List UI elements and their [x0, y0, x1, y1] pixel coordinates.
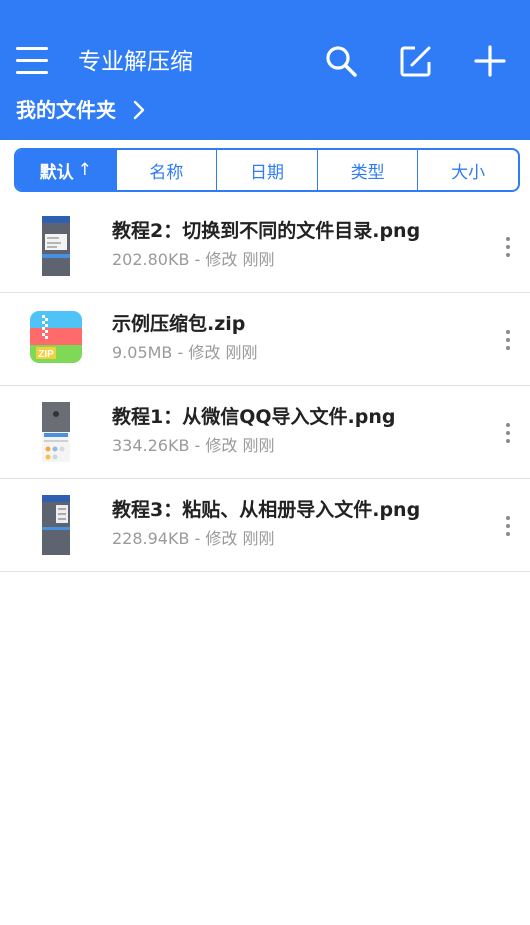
sort-tab-label: 默认 — [39, 162, 74, 183]
more-options-icon[interactable] — [498, 513, 518, 539]
more-options-icon[interactable] — [498, 327, 518, 353]
file-meta: 9.05MB - 修改 刚刚 — [112, 343, 258, 362]
sort-arrow-icon: ↑ — [77, 160, 92, 180]
file-item[interactable]: 教程1：从微信QQ导入文件.png 334.26KB - 修改 刚刚 — [0, 386, 530, 479]
chevron-right-icon — [133, 100, 145, 120]
file-name: 教程1：从微信QQ导入文件.png — [112, 406, 396, 428]
more-options-icon[interactable] — [498, 234, 518, 260]
app-title: 专业解压缩 — [78, 49, 193, 75]
breadcrumb-label: 我的文件夹 — [16, 98, 116, 122]
breadcrumb[interactable]: 我的文件夹 — [16, 96, 146, 124]
edit-icon[interactable] — [399, 44, 433, 78]
file-name: 教程2：切换到不同的文件目录.png — [112, 220, 421, 242]
image-thumbnail-icon — [42, 495, 70, 555]
sort-tab-default[interactable]: 默认 ↑ — [16, 150, 116, 190]
sort-tabs: 默认 ↑ 名称 日期 类型 大小 — [14, 148, 520, 192]
file-item[interactable]: 教程3：粘贴、从相册导入文件.png 228.94KB - 修改 刚刚 — [0, 479, 530, 572]
image-thumbnail-icon — [42, 216, 70, 276]
sort-tab-label: 日期 — [249, 162, 284, 183]
image-thumbnail-icon — [42, 402, 70, 462]
search-icon[interactable] — [324, 44, 358, 78]
sort-tab-label: 名称 — [149, 162, 184, 183]
menu-icon[interactable] — [14, 43, 50, 79]
file-item[interactable]: ZIP 示例压缩包.zip 9.05MB - 修改 刚刚 — [0, 293, 530, 386]
sort-tab-date[interactable]: 日期 — [216, 150, 317, 190]
zip-archive-icon: ZIP — [30, 311, 82, 363]
file-name: 教程3：粘贴、从相册导入文件.png — [112, 499, 421, 521]
file-list: 教程2：切换到不同的文件目录.png 202.80KB - 修改 刚刚 ZIP … — [0, 200, 530, 572]
app-header: 专业解压缩 我的文件夹 — [0, 0, 530, 140]
file-meta: 202.80KB - 修改 刚刚 — [112, 250, 275, 269]
file-meta: 228.94KB - 修改 刚刚 — [112, 529, 275, 548]
sort-tab-name[interactable]: 名称 — [115, 150, 217, 190]
file-name: 示例压缩包.zip — [112, 313, 246, 335]
file-meta: 334.26KB - 修改 刚刚 — [112, 436, 275, 455]
sort-tab-label: 大小 — [451, 162, 486, 183]
add-icon[interactable] — [473, 44, 507, 78]
sort-tab-size[interactable]: 大小 — [417, 150, 518, 190]
more-options-icon[interactable] — [498, 420, 518, 446]
sort-tab-type[interactable]: 类型 — [316, 150, 418, 190]
file-item[interactable]: 教程2：切换到不同的文件目录.png 202.80KB - 修改 刚刚 — [0, 200, 530, 293]
sort-tab-label: 类型 — [350, 162, 385, 183]
zip-icon-label: ZIP — [38, 349, 54, 360]
